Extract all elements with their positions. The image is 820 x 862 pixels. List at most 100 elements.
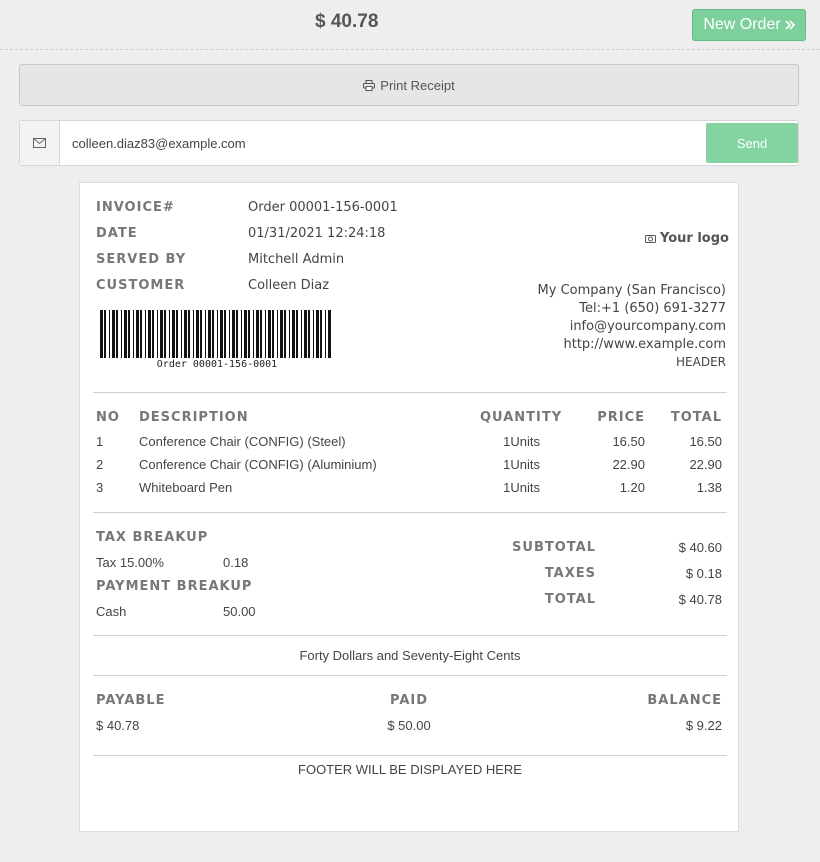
barcode-bar xyxy=(316,310,319,358)
taxes-label: TAXES xyxy=(544,566,596,581)
barcode-bar xyxy=(176,310,178,358)
amount-in-words: Forty Dollars and Seventy-Eight Cents xyxy=(299,648,521,663)
receipt: INVOICE# Order 00001-156-0001 DATE 01/31… xyxy=(79,182,739,832)
divider xyxy=(93,512,727,513)
barcode-bar xyxy=(280,310,283,358)
served-by-value: Mitchell Admin xyxy=(248,252,345,267)
barcode xyxy=(100,310,331,358)
barcode-bar xyxy=(308,310,310,358)
divider xyxy=(93,755,727,756)
col-no: NO xyxy=(96,410,120,425)
barcode-bar xyxy=(116,310,118,358)
company-logo: Your logo xyxy=(645,231,729,246)
total-label: TOTAL xyxy=(544,592,596,607)
order-total: $ 40.78 xyxy=(315,11,379,32)
barcode-bar xyxy=(253,310,254,358)
barcode-bar xyxy=(172,310,175,358)
print-receipt-button[interactable]: Print Receipt xyxy=(19,64,799,106)
barcode-bar xyxy=(217,310,218,358)
barcode-bar xyxy=(124,310,127,358)
barcode-bar xyxy=(148,310,151,358)
barcode-bar xyxy=(109,310,110,358)
divider xyxy=(93,635,727,636)
row-description: Conference Chair (CONFIG) (Aluminium) xyxy=(139,457,377,472)
row-no: 1 xyxy=(96,434,104,449)
barcode-bar xyxy=(325,310,326,358)
divider xyxy=(93,392,727,393)
barcode-bar xyxy=(265,310,266,358)
barcode-bar xyxy=(236,310,238,358)
barcode-bar xyxy=(272,310,274,358)
row-quantity: 1Units xyxy=(503,480,540,495)
barcode-bar xyxy=(152,310,154,358)
barcode-bar xyxy=(112,310,115,358)
barcode-bar xyxy=(157,310,158,358)
table-row: 3 Whiteboard Pen 1Units 1.20 1.38 xyxy=(80,480,738,500)
invoice-value: Order 00001-156-0001 xyxy=(248,200,398,215)
barcode-bar xyxy=(304,310,307,358)
barcode-bar xyxy=(232,310,235,358)
customer-value: Colleen Diaz xyxy=(248,278,330,293)
divider xyxy=(93,675,727,676)
company-email: info@yourcompany.com xyxy=(569,319,726,334)
row-price: 16.50 xyxy=(612,434,645,449)
col-quantity: QUANTITY xyxy=(480,410,563,425)
row-quantity: 1Units xyxy=(503,457,540,472)
barcode-bar xyxy=(284,310,286,358)
receipt-footer: FOOTER WILL BE DISPLAYED HERE xyxy=(298,762,522,777)
row-no: 2 xyxy=(96,457,104,472)
barcode-bar xyxy=(193,310,194,358)
table-row: 2 Conference Chair (CONFIG) (Aluminium) … xyxy=(80,457,738,477)
row-description: Whiteboard Pen xyxy=(139,480,233,495)
barcode-bar xyxy=(289,310,290,358)
barcode-bar xyxy=(164,310,166,358)
new-order-button[interactable]: New Order xyxy=(692,9,806,41)
barcode-bar xyxy=(296,310,298,358)
barcode-bar xyxy=(268,310,271,358)
col-description: DESCRIPTION xyxy=(139,410,249,425)
row-description: Conference Chair (CONFIG) (Steel) xyxy=(139,434,346,449)
email-input[interactable] xyxy=(72,134,702,152)
barcode-bar xyxy=(277,310,278,358)
row-price: 1.20 xyxy=(619,480,645,495)
envelope-icon-box xyxy=(20,121,60,165)
table-row: 1 Conference Chair (CONFIG) (Steel) 1Uni… xyxy=(80,434,738,454)
payable-label: PAYABLE xyxy=(96,693,166,708)
date-label: DATE xyxy=(96,226,138,241)
barcode-bar xyxy=(136,310,139,358)
payment-amount: 50.00 xyxy=(223,604,256,619)
print-receipt-label: Print Receipt xyxy=(380,77,455,93)
barcode-bar xyxy=(244,310,247,358)
balance-label: BALANCE xyxy=(647,693,722,708)
barcode-bar xyxy=(188,310,190,358)
receipt-header: HEADER xyxy=(676,355,726,369)
barcode-bar xyxy=(104,310,106,358)
barcode-bar xyxy=(200,310,202,358)
col-price: PRICE xyxy=(597,410,645,425)
served-by-label: SERVED BY xyxy=(96,252,187,267)
row-price: 22.90 xyxy=(612,457,645,472)
row-quantity: 1Units xyxy=(503,434,540,449)
payment-method: Cash xyxy=(96,604,127,619)
send-button[interactable]: Send xyxy=(706,123,798,163)
paid-value: $ 50.00 xyxy=(387,718,431,733)
barcode-bar xyxy=(260,310,262,358)
printer-icon xyxy=(363,79,376,91)
date-value: 01/31/2021 12:24:18 xyxy=(248,226,386,241)
email-receipt-row: Send xyxy=(19,120,799,166)
barcode-bar xyxy=(241,310,242,358)
barcode-bar xyxy=(133,310,134,358)
barcode-bar xyxy=(220,310,223,358)
payment-breakup-title: PAYMENT BREAKUP xyxy=(96,579,253,594)
barcode-bar xyxy=(328,310,331,358)
barcode-bar xyxy=(145,310,146,358)
barcode-bar xyxy=(169,310,170,358)
subtotal-label: SUBTOTAL xyxy=(512,540,596,555)
camera-icon xyxy=(645,235,656,243)
tax-amount: 0.18 xyxy=(223,555,249,570)
barcode-bar xyxy=(256,310,259,358)
barcode-bar xyxy=(128,310,130,358)
top-bar: $ 40.78 New Order xyxy=(0,0,820,50)
row-total: 22.90 xyxy=(689,457,722,472)
barcode-bar xyxy=(196,310,199,358)
